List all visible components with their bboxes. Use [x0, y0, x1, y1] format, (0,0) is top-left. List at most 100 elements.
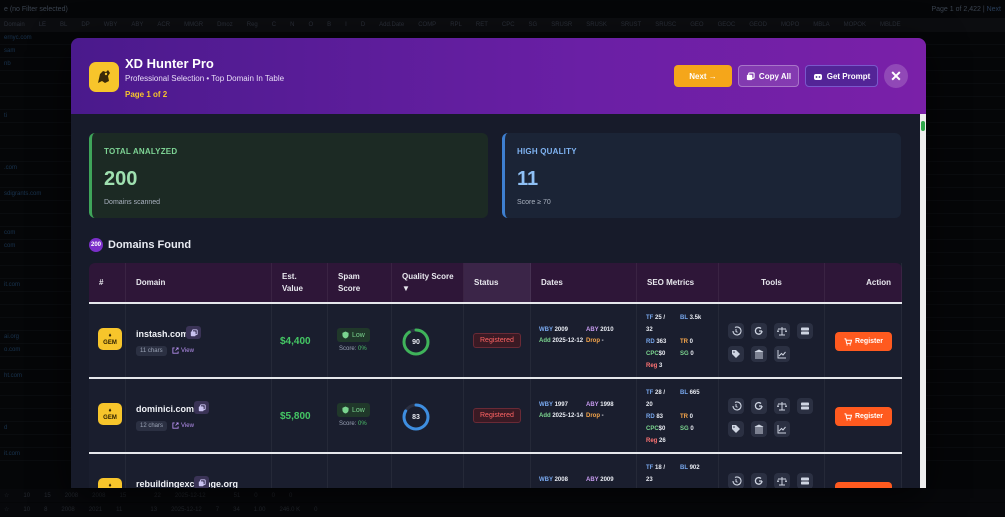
col-est-value[interactable]: Est. Value [272, 263, 328, 302]
external-link-icon [172, 347, 179, 354]
dates-block: WBY 2009 ABY 2010 Add 2025-12-12 Drop - [539, 327, 614, 344]
register-button[interactable]: Register [835, 332, 892, 351]
history-icon[interactable] [728, 398, 744, 414]
table-body: ♦ GEM instash.com 11 chars View $4,400 Low Scor… [89, 304, 902, 488]
cell-spam-score: Low Score: 0% [328, 304, 392, 377]
cell-dates: WBY 1997 ABY 1998 Add 2025-12-14 Drop - [531, 379, 637, 452]
view-link[interactable]: View [172, 422, 194, 429]
register-button[interactable]: Register [835, 407, 892, 426]
table-header: # Domain Est. Value Spam Score Quality Sco… [89, 263, 902, 304]
col-num: # [89, 263, 126, 302]
col-domain[interactable]: Domain [126, 263, 272, 302]
register-button[interactable]: Register [835, 482, 892, 488]
scale-icon[interactable] [774, 473, 790, 488]
seo-block: TF 25 /32 BL 3.5k RD 363 TR 0 CPC$0 SG 0 Reg 3 [646, 315, 702, 369]
modal-scrollbar[interactable] [920, 114, 926, 488]
scale-icon[interactable] [774, 398, 790, 414]
server-icon[interactable] [797, 323, 813, 339]
col-spam-score[interactable]: Spam Score [328, 263, 392, 302]
next-button[interactable]: Next → [674, 65, 732, 87]
dates-block: WBY 2008 ABY 2009 [539, 477, 614, 483]
table-row: ♦ GEM instash.com 11 chars View $4,400 Low Scor… [89, 304, 902, 379]
view-link[interactable]: View [172, 347, 194, 354]
google-icon[interactable] [751, 398, 767, 414]
cell-dates: WBY 2008 ABY 2009 [531, 454, 637, 488]
high-quality-label: HIGH QUALITY [517, 147, 577, 156]
cell-action: Register [825, 454, 902, 488]
modal-scrollbar-thumb[interactable] [921, 121, 925, 131]
domains-table: # Domain Est. Value Spam Score Quality Sco… [89, 263, 902, 488]
copy-domain-icon[interactable] [194, 401, 209, 414]
copy-domain-icon[interactable] [194, 476, 209, 488]
close-icon[interactable]: ✕ [884, 64, 908, 88]
cell-tools [719, 454, 825, 488]
google-icon[interactable] [751, 323, 767, 339]
copy-all-button[interactable]: Copy All [738, 65, 799, 87]
tools-grid [728, 323, 813, 362]
status-badge: Registered [473, 408, 521, 423]
char-count: 12 chars [136, 421, 168, 431]
est-value: $4,400 [280, 336, 311, 347]
gem-badge: ♦GEM [98, 403, 122, 425]
high-quality-card: HIGH QUALITY 11 Score ≥ 70 [502, 133, 901, 218]
seo-block: TF 18 /23 BL 902 [646, 465, 700, 483]
cell-status [464, 454, 531, 488]
chart-line-icon[interactable] [774, 346, 790, 362]
cell-est-value: $4,400 [272, 304, 328, 377]
spam-badge: Low [337, 328, 370, 342]
history-icon[interactable] [728, 323, 744, 339]
total-analyzed-note: Domains scanned [104, 199, 161, 206]
tag-icon[interactable] [728, 421, 744, 437]
cell-est-value: $5,800 [272, 379, 328, 452]
col-seo-metrics[interactable]: SEO Metrics [637, 263, 719, 302]
tools-grid [728, 473, 813, 488]
hunter-logo-icon [89, 62, 119, 92]
domain-name[interactable]: rebuildingexchange.org [136, 479, 238, 488]
spam-score: Score: 0% [339, 346, 367, 352]
cart-icon [844, 487, 847, 488]
cell-dates: WBY 2009 ABY 2010 Add 2025-12-12 Drop - [531, 304, 637, 377]
chart-line-icon[interactable] [774, 421, 790, 437]
cell-seo-metrics: TF 18 /23 BL 902 [637, 454, 719, 488]
spam-badge: Low [337, 403, 370, 417]
tag-icon[interactable] [728, 346, 744, 362]
high-quality-value: 11 [517, 168, 539, 190]
cell-seo-metrics: TF 25 /32 BL 3.5k RD 363 TR 0 CPC$0 SG 0 Reg 3 [637, 304, 719, 377]
landmark-icon[interactable] [751, 421, 767, 437]
xd-hunter-modal: XD Hunter Pro Professional Selection • T… [71, 38, 926, 488]
cell-action: Register [825, 304, 902, 377]
cell-domain: rebuildingexchange.org [126, 454, 272, 488]
cell-status: Registered [464, 379, 531, 452]
copy-all-label: Copy All [758, 71, 792, 81]
col-status[interactable]: Status [464, 263, 531, 302]
col-dates[interactable]: Dates [531, 263, 637, 302]
cell-num: ♦GEM [89, 454, 126, 488]
gem-icon: ♦ [108, 332, 112, 339]
status-badge: Registered [473, 333, 521, 348]
domains-found-heading: 200 Domains Found [89, 238, 191, 252]
robot-icon [813, 73, 822, 80]
cart-icon [844, 337, 852, 346]
server-icon[interactable] [797, 398, 813, 414]
server-icon[interactable] [797, 473, 813, 488]
landmark-icon[interactable] [751, 346, 767, 362]
gem-badge: ♦GEM [98, 328, 122, 350]
table-row: ♦GEM rebuildingexchange.org WBY 2008ABY 20… [89, 454, 902, 488]
get-prompt-button[interactable]: Get Prompt [805, 65, 878, 87]
cell-seo-metrics: TF 28 /20 BL 665 RD 83 TR 0 CPC$0 SG 0 Reg 26 [637, 379, 719, 452]
next-button-label: Next → [689, 71, 717, 81]
cell-num: ♦GEM [89, 304, 126, 377]
total-analyzed-label: TOTAL ANALYZED [104, 147, 178, 156]
col-quality-score[interactable]: Quality Score ▼ [392, 263, 464, 302]
gem-icon: ♦ [108, 407, 112, 414]
quality-score-value: 90 [412, 338, 420, 346]
cell-quality-score: 90 [392, 304, 464, 377]
google-icon[interactable] [751, 473, 767, 488]
copy-domain-icon[interactable] [186, 326, 201, 339]
copy-icon [746, 71, 755, 80]
domain-name[interactable]: instash.com [136, 329, 189, 339]
domain-name[interactable]: dominici.com [136, 404, 194, 414]
history-icon[interactable] [728, 473, 744, 488]
scale-icon[interactable] [774, 323, 790, 339]
shield-icon [342, 331, 349, 339]
